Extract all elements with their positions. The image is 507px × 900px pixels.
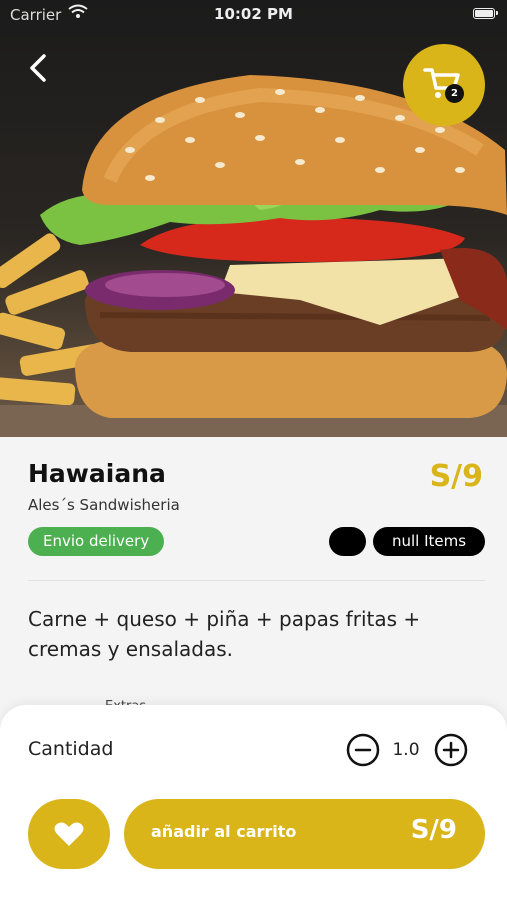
favorite-button[interactable] bbox=[28, 799, 110, 869]
status-dot-badge bbox=[329, 527, 366, 556]
chevron-left-icon bbox=[30, 54, 46, 82]
back-button[interactable] bbox=[22, 50, 58, 86]
product-description: Carne + queso + piña + papas fritas + cr… bbox=[28, 607, 421, 661]
order-sheet: Cantidad 1.0 añadir al carrito S/9 bbox=[0, 705, 507, 900]
product-hero-image: Carrier 10:02 PM 2 bbox=[0, 0, 507, 437]
store-name: Ales´s Sandwisheria bbox=[28, 496, 180, 514]
items-count-badge: null Items bbox=[373, 527, 485, 556]
product-details: Hawaiana S/9 Ales´s Sandwisheria Envio d… bbox=[0, 437, 507, 737]
delivery-badge: Envio delivery bbox=[28, 527, 165, 556]
divider bbox=[28, 580, 485, 581]
quantity-increase-button[interactable] bbox=[434, 733, 468, 767]
product-title: Hawaiana bbox=[28, 459, 166, 488]
add-to-cart-price: S/9 bbox=[410, 815, 457, 845]
add-to-cart-button[interactable]: añadir al carrito S/9 bbox=[124, 799, 485, 869]
battery-icon bbox=[473, 8, 498, 19]
cart-count-badge: 2 bbox=[445, 84, 464, 103]
heart-icon bbox=[54, 822, 84, 846]
quantity-label: Cantidad bbox=[28, 738, 114, 760]
minus-circle-icon bbox=[346, 733, 380, 767]
quantity-value: 1.0 bbox=[392, 740, 420, 760]
add-to-cart-label: añadir al carrito bbox=[151, 822, 297, 841]
cart-button[interactable]: 2 bbox=[403, 44, 485, 126]
plus-circle-icon bbox=[434, 733, 468, 767]
status-time: 10:02 PM bbox=[214, 5, 293, 23]
quantity-decrease-button[interactable] bbox=[346, 733, 380, 767]
product-price: S/9 bbox=[429, 459, 483, 494]
status-bar: Carrier 10:02 PM bbox=[0, 0, 507, 30]
